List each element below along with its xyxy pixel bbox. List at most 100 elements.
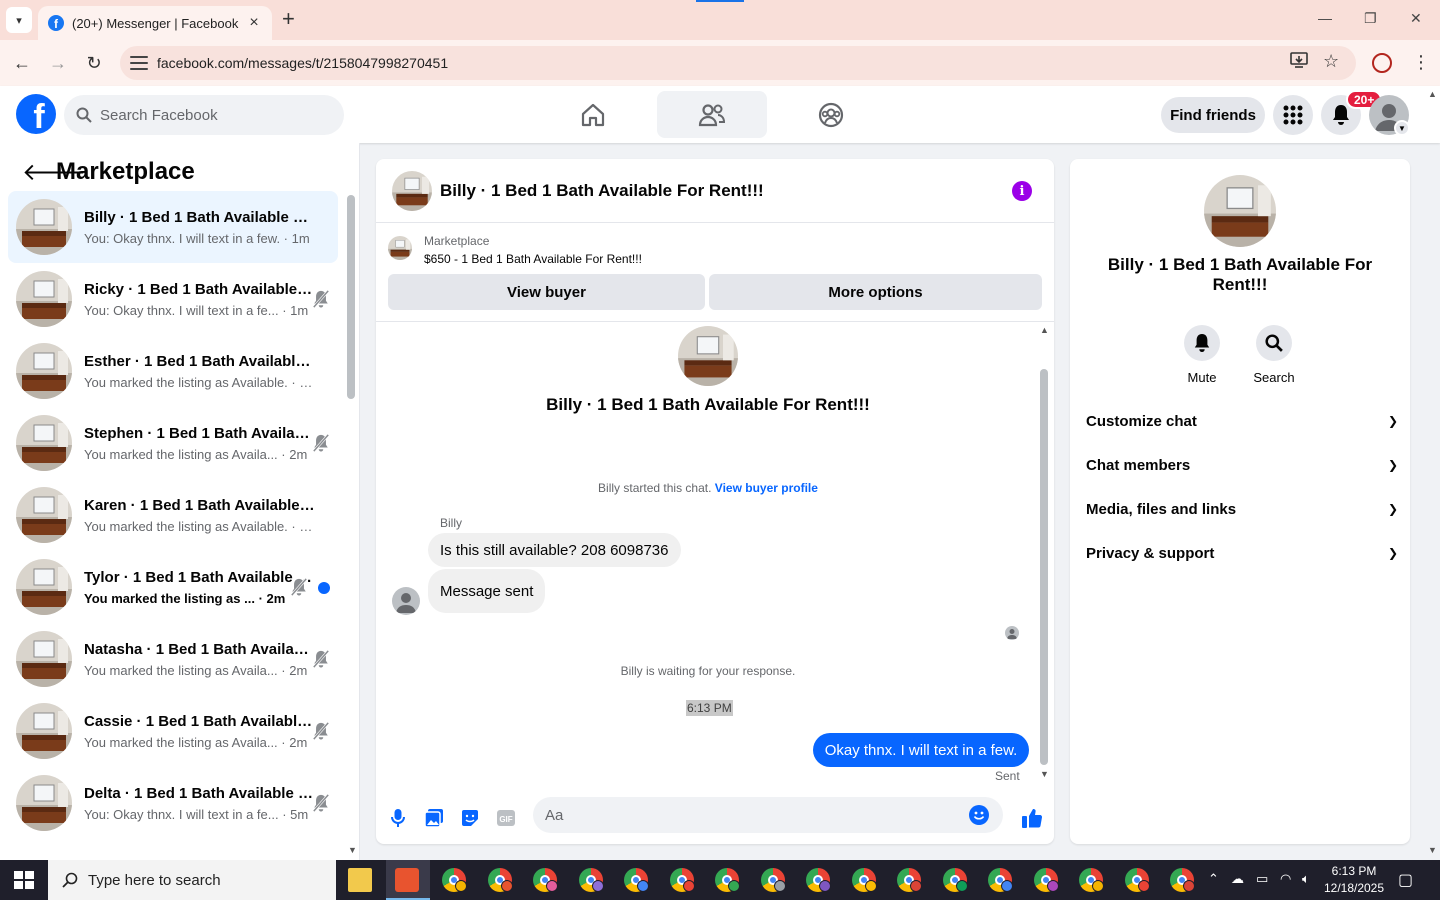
chrome-icon[interactable] <box>487 868 513 892</box>
sidebar-scrollbar[interactable] <box>347 195 355 399</box>
chat-avatar[interactable] <box>392 170 432 211</box>
site-info-icon[interactable] <box>130 56 148 70</box>
chrome-icon[interactable] <box>1079 868 1104 892</box>
taskbar-clock[interactable]: 6:13 PM 12/18/2025 <box>1322 863 1386 897</box>
conversation-item[interactable]: Billy · 1 Bed 1 Bath Available For Rent!… <box>8 191 338 263</box>
chrome-icon[interactable] <box>669 868 695 892</box>
browser-profile-icon[interactable] <box>1372 53 1392 73</box>
incoming-message[interactable]: Is this still available? 208 6098736 <box>428 533 681 567</box>
chrome-icon[interactable] <box>442 868 467 892</box>
volume-icon[interactable]: 🔈︎ <box>1302 871 1310 887</box>
chat-members-row[interactable]: Chat members ❯ <box>1086 443 1398 487</box>
install-app-icon[interactable] <box>1290 52 1308 73</box>
tab-close-icon[interactable]: × <box>246 14 262 32</box>
address-bar[interactable]: facebook.com/messages/t/2158047998270451 <box>120 46 1356 80</box>
media-files-links-row[interactable]: Media, files and links ❯ <box>1086 487 1398 531</box>
conversation-item[interactable]: Tylor · 1 Bed 1 Bath Available For Rent!… <box>8 551 338 623</box>
bookmark-star-icon[interactable]: ☆ <box>1323 51 1339 72</box>
more-options-button[interactable]: More options <box>709 274 1042 310</box>
gif-icon[interactable]: GIF <box>494 806 518 830</box>
chat-scroll-down-arrow[interactable]: ▼ <box>1040 769 1049 779</box>
minimize-button[interactable]: — <box>1318 10 1332 26</box>
file-explorer-icon[interactable] <box>348 868 372 892</box>
chrome-icon[interactable] <box>578 868 604 892</box>
page-scroll-down-arrow[interactable]: ▼ <box>1428 845 1437 855</box>
conversation-item[interactable]: Natasha · 1 Bed 1 Bath Available For Ren… <box>8 623 338 695</box>
chat-title[interactable]: Billy · 1 Bed 1 Bath Available For Rent!… <box>440 181 764 201</box>
conversation-item[interactable]: Cassie · 1 Bed 1 Bath Available For Rent… <box>8 695 338 767</box>
sticker-icon[interactable] <box>458 806 482 830</box>
nav-groups-tab[interactable] <box>776 91 886 138</box>
conversation-item[interactable]: Stephen · 1 Bed 1 Bath Available For Ren… <box>8 407 338 479</box>
listing-thumbnail[interactable] <box>388 236 412 260</box>
notification-center-icon[interactable]: ▢ <box>1398 870 1413 890</box>
facebook-logo-icon[interactable]: f <box>16 94 56 134</box>
page-scroll-up-arrow[interactable]: ▲ <box>1428 89 1437 99</box>
microphone-icon[interactable] <box>386 806 410 830</box>
chrome-icon[interactable] <box>624 868 649 892</box>
chrome-icon[interactable] <box>988 868 1013 892</box>
reload-button[interactable]: ↻ <box>83 52 105 74</box>
facebook-search[interactable] <box>64 95 344 135</box>
find-friends-button[interactable]: Find friends <box>1161 97 1265 133</box>
browser-tab[interactable]: f (20+) Messenger | Facebook × <box>38 6 272 40</box>
conversation-item[interactable]: Delta · 1 Bed 1 Bath Available For Rent!… <box>8 767 338 839</box>
view-buyer-profile-link[interactable]: View buyer profile <box>715 481 818 495</box>
conversation-item[interactable]: Karen · 1 Bed 1 Bath Available For Rent!… <box>8 479 338 551</box>
chrome-icon[interactable] <box>806 868 831 892</box>
view-buyer-button[interactable]: View buyer <box>388 274 705 310</box>
privacy-support-row[interactable]: Privacy & support ❯ <box>1086 531 1398 575</box>
incoming-message[interactable]: Message sent <box>428 569 546 613</box>
search-in-chat-button[interactable]: Search <box>1242 325 1306 385</box>
forward-button[interactable]: → <box>47 52 69 74</box>
chevron-down-icon[interactable]: ▼ <box>1394 120 1410 136</box>
back-arrow-icon[interactable]: 🡐 <box>22 157 86 187</box>
tab-list-button[interactable]: ▾ <box>6 7 32 33</box>
restore-button[interactable]: ❐ <box>1364 10 1377 27</box>
groups-icon <box>818 102 844 127</box>
wifi-icon[interactable]: ◠ <box>1280 871 1291 887</box>
customize-chat-row[interactable]: Customize chat ❯ <box>1086 399 1398 443</box>
conversation-item[interactable]: Esther · 1 Bed 1 Bath Available For Rent… <box>8 335 338 407</box>
search-input[interactable] <box>100 106 320 124</box>
chat-scroll-up-arrow[interactable]: ▲ <box>1040 325 1049 335</box>
windows-start-icon[interactable] <box>14 871 34 889</box>
mute-button[interactable]: Mute <box>1170 325 1234 385</box>
message-input[interactable] <box>533 797 953 833</box>
details-avatar[interactable] <box>1204 175 1276 247</box>
message-input-box[interactable] <box>533 797 1003 833</box>
chrome-icon[interactable] <box>1170 868 1195 892</box>
sidebar-title: Marketplace <box>56 158 195 185</box>
conversation-text: Delta · 1 Bed 1 Bath Available For Rent!… <box>84 785 316 822</box>
sender-avatar[interactable] <box>392 587 420 615</box>
tray-chevron-up-icon[interactable]: ⌃ <box>1208 871 1219 887</box>
chrome-icon[interactable] <box>760 868 786 892</box>
browser-menu-icon[interactable]: ⋮ <box>1412 51 1430 73</box>
conversation-text: Natasha · 1 Bed 1 Bath Available For Ren… <box>84 641 316 678</box>
menu-button[interactable] <box>1273 95 1313 135</box>
nav-home-tab[interactable] <box>538 91 648 138</box>
chrome-icon[interactable] <box>942 868 968 892</box>
battery-icon[interactable]: ▭ <box>1256 871 1268 887</box>
close-window-button[interactable]: ✕ <box>1410 10 1422 27</box>
back-button[interactable]: ← <box>11 52 33 74</box>
chrome-icon[interactable] <box>533 868 558 892</box>
nav-friends-tab[interactable] <box>657 91 767 138</box>
chat-scrollbar[interactable] <box>1040 369 1048 765</box>
conversation-item[interactable]: Ricky · 1 Bed 1 Bath Available For Rent!… <box>8 263 338 335</box>
photo-icon[interactable] <box>422 806 446 830</box>
sidebar-scroll-down-arrow[interactable]: ▼ <box>348 845 357 855</box>
taskbar-search[interactable]: Type here to search <box>48 860 336 900</box>
chrome-icon[interactable] <box>1124 868 1150 892</box>
chrome-icon[interactable] <box>897 868 922 892</box>
onedrive-cloud-icon[interactable]: ☁ <box>1231 871 1244 887</box>
chrome-icon[interactable] <box>851 868 877 892</box>
emoji-icon[interactable] <box>969 805 989 825</box>
new-tab-button[interactable]: + <box>282 8 295 30</box>
chrome-icon[interactable] <box>1033 868 1059 892</box>
outgoing-message[interactable]: Okay thnx. I will text in a few. <box>813 733 1029 767</box>
app-icon[interactable] <box>395 868 419 892</box>
thumbs-up-icon[interactable] <box>1020 806 1044 830</box>
info-icon[interactable]: i <box>1012 181 1032 201</box>
chrome-icon[interactable] <box>715 868 740 892</box>
